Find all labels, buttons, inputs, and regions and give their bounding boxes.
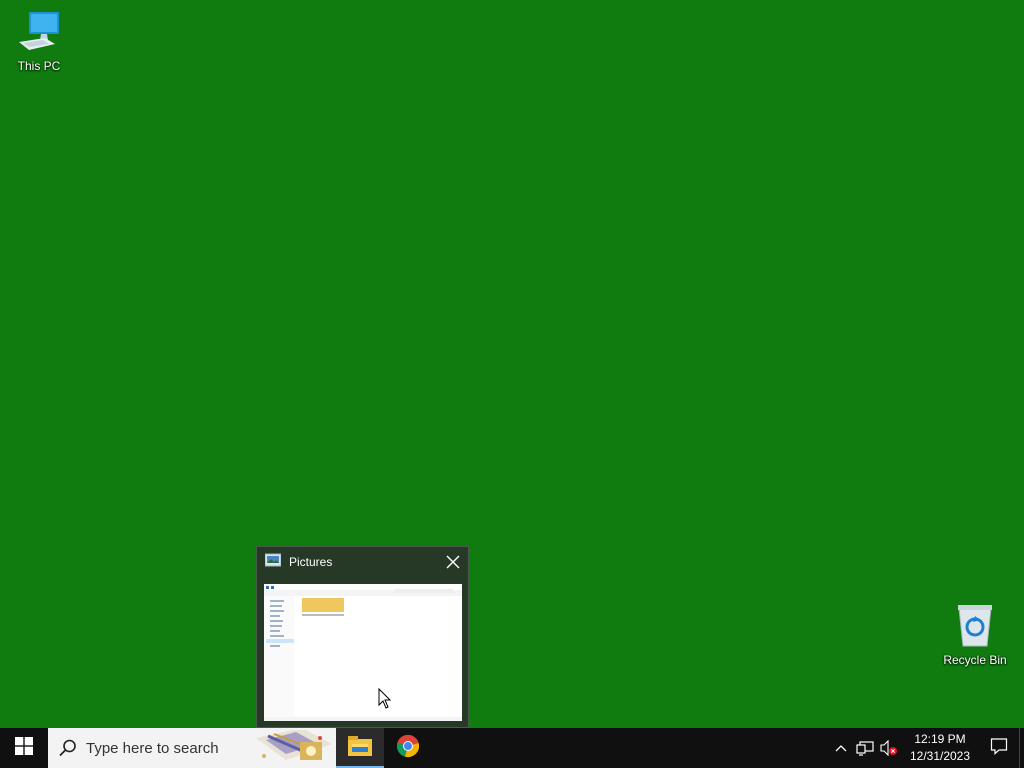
taskbar-search-box[interactable]: Type here to search [48, 728, 336, 768]
this-pc-icon [15, 8, 63, 56]
search-icon [58, 738, 78, 758]
volume-muted-icon[interactable] [877, 728, 901, 768]
taskbar: Type here to search 12:19 PM 12/31/2023 [0, 728, 1024, 768]
recycle-bin-label: Recycle Bin [943, 653, 1007, 667]
pictures-folder-icon [264, 553, 282, 572]
this-pc-label: This PC [17, 59, 61, 73]
start-button[interactable] [0, 728, 48, 768]
thumbnail-title: Pictures [289, 555, 333, 569]
file-explorer-icon [348, 735, 372, 761]
taskbar-clock[interactable]: 12:19 PM 12/31/2023 [905, 731, 975, 765]
thumbnail-window-preview[interactable] [264, 584, 462, 721]
chrome-icon [396, 734, 420, 763]
mouse-cursor-icon [378, 687, 392, 710]
windows-logo-icon [15, 736, 33, 760]
system-tray: 12:19 PM 12/31/2023 [829, 728, 1024, 768]
recycle-bin-icon [951, 602, 999, 650]
close-icon[interactable] [444, 553, 462, 571]
show-desktop-button[interactable] [1019, 728, 1024, 768]
clock-time: 12:19 PM [914, 732, 966, 746]
chevron-up-icon[interactable] [829, 728, 853, 768]
taskbar-thumbnail-preview[interactable]: Pictures [256, 546, 469, 728]
desktop-icon-this-pc[interactable]: This PC [1, 8, 77, 73]
taskbar-app-file-explorer[interactable] [336, 728, 384, 768]
taskbar-app-chrome[interactable] [384, 728, 432, 768]
clock-date: 12/31/2023 [909, 749, 971, 763]
thumbnail-header: Pictures [257, 547, 468, 577]
desktop-icon-recycle-bin[interactable]: Recycle Bin [937, 602, 1013, 667]
network-icon[interactable] [853, 728, 877, 768]
search-placeholder: Type here to search [86, 739, 219, 757]
search-highlight-image-icon[interactable] [256, 728, 332, 766]
notification-center-button[interactable] [979, 728, 1019, 768]
notification-icon [990, 737, 1008, 760]
